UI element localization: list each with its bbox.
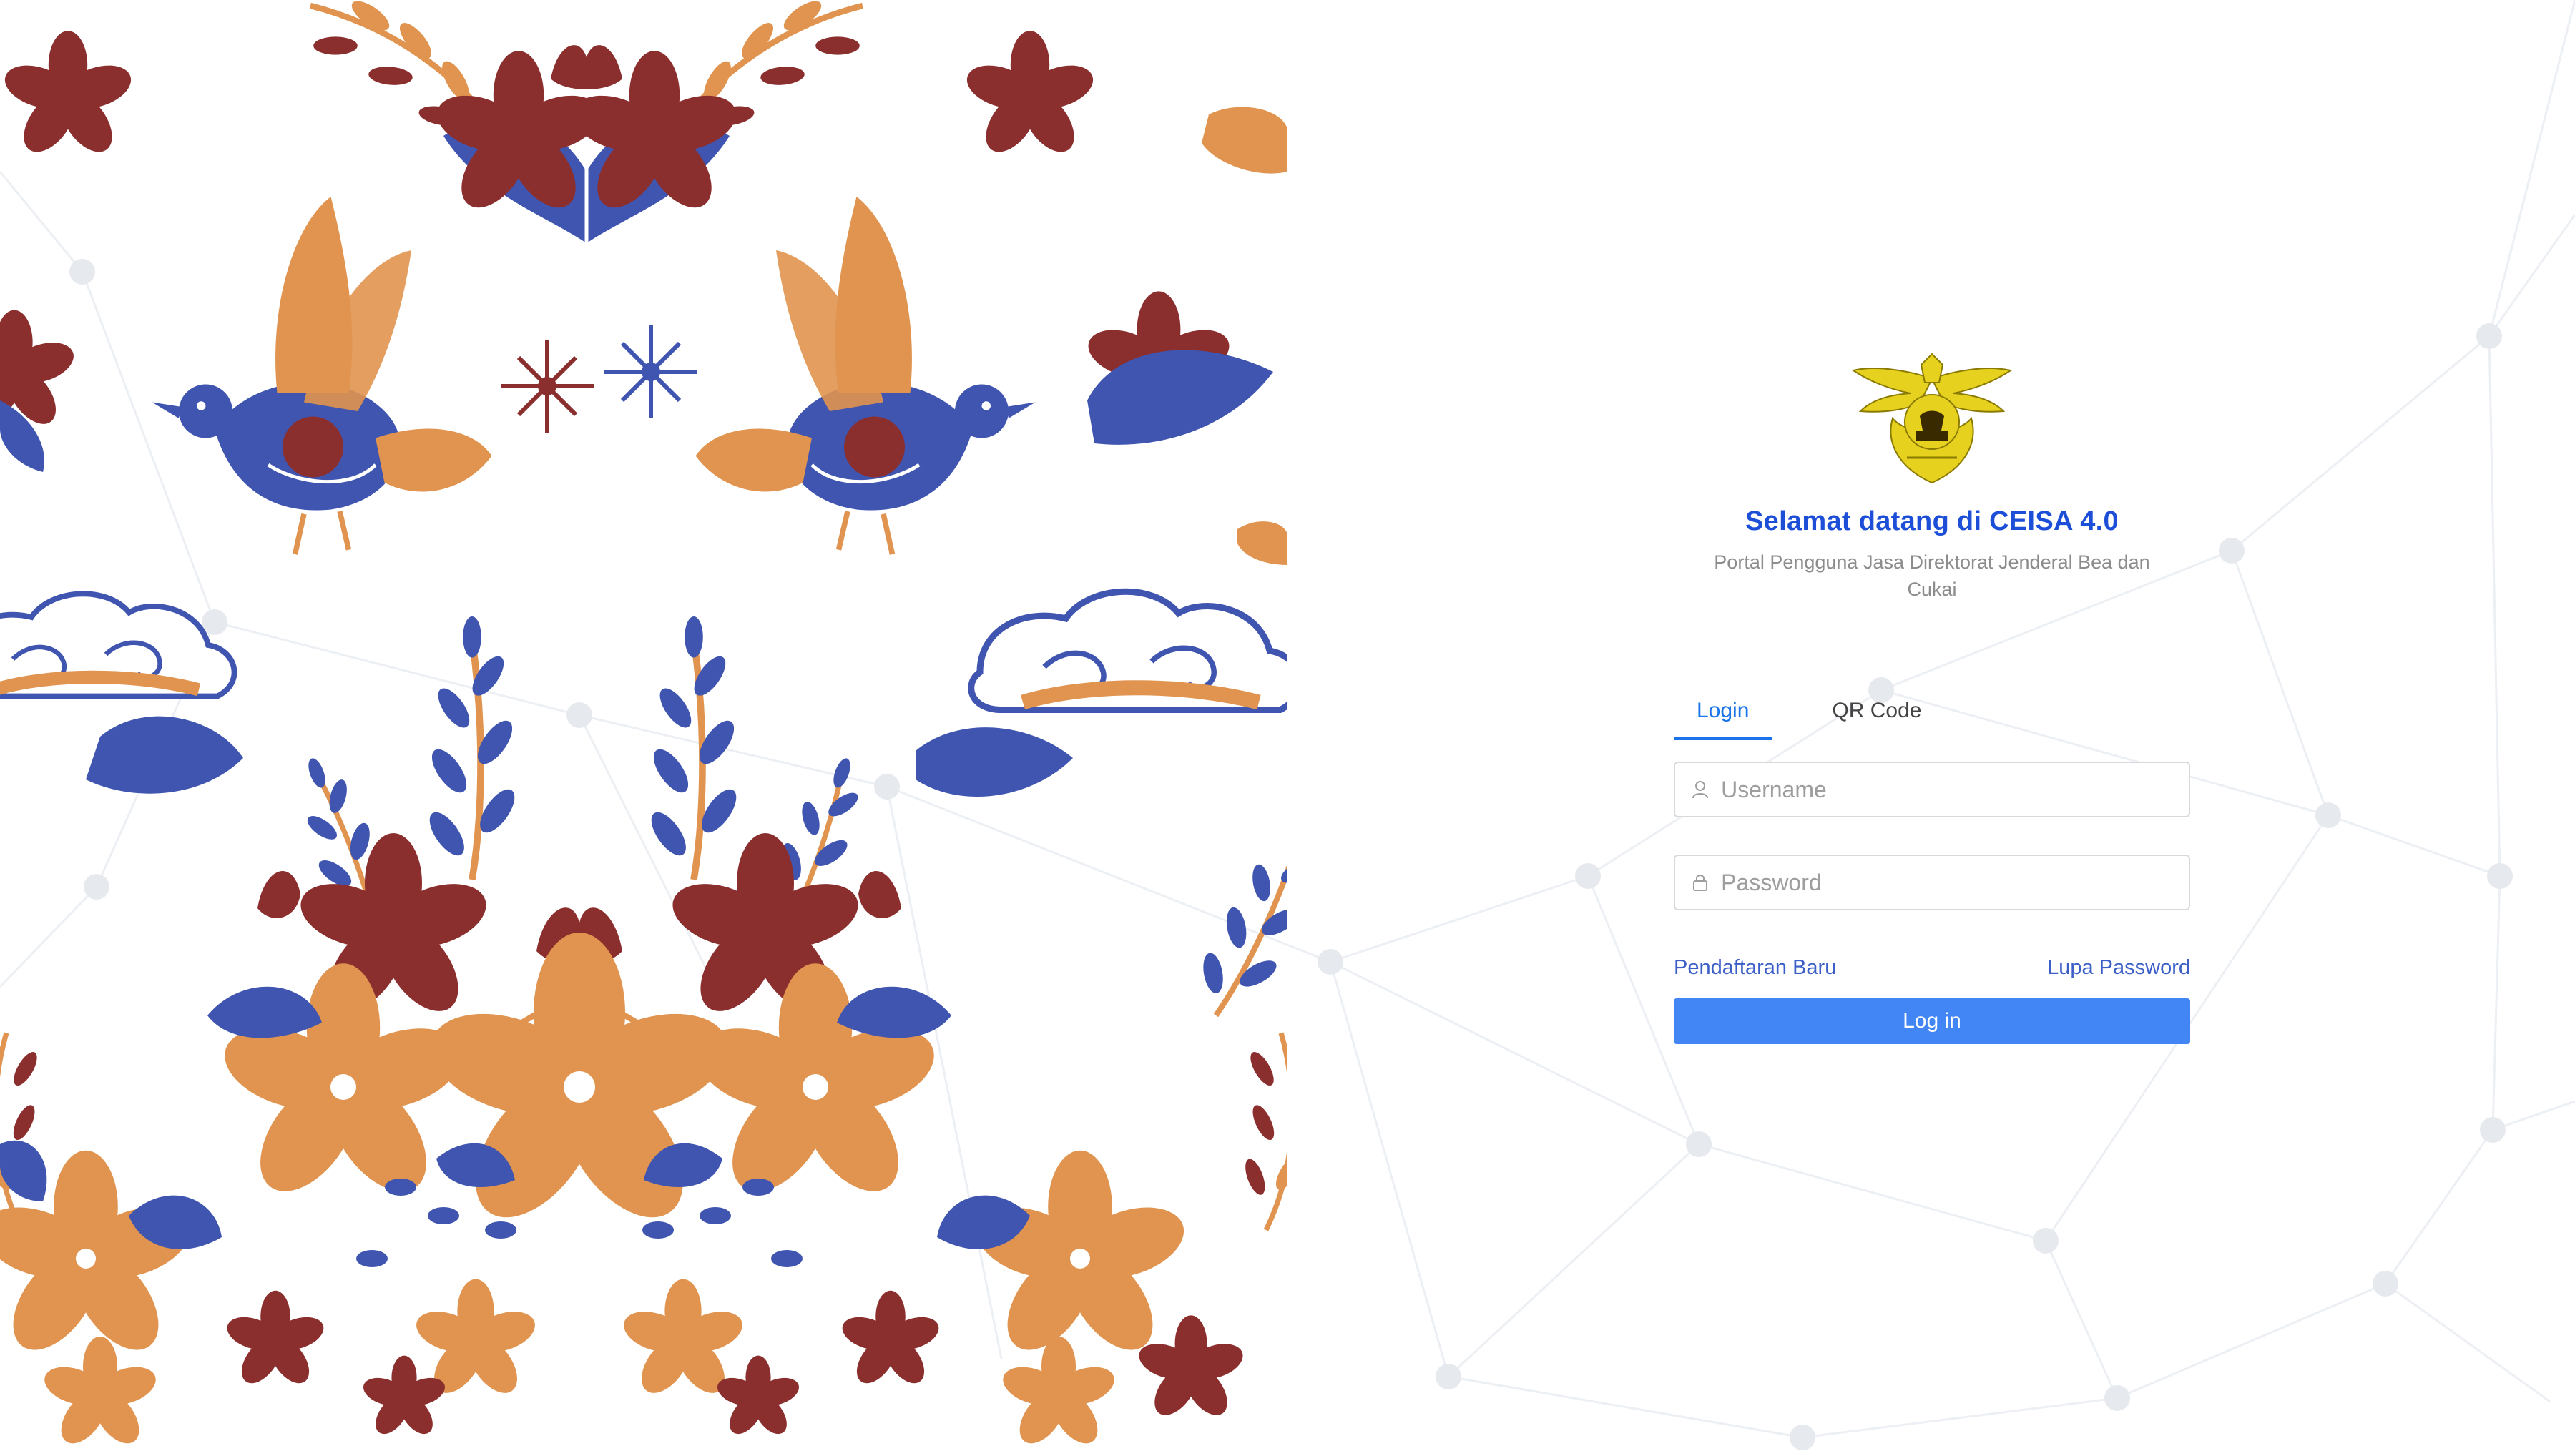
username-input[interactable] (1720, 775, 2173, 804)
username-field[interactable] (1674, 762, 2190, 817)
register-link[interactable]: Pendaftaran Baru (1674, 956, 1836, 980)
lock-icon (1691, 872, 1710, 892)
auth-links: Pendaftaran Baru Lupa Password (1674, 956, 2190, 980)
login-page: Selamat datang di CEISA 4.0 Portal Pengg… (0, 0, 2575, 1456)
user-icon (1691, 779, 1710, 800)
tab-login[interactable]: Login (1674, 699, 1772, 740)
welcome-subtitle: Portal Pengguna Jasa Direktorat Jenderal… (1714, 551, 2150, 600)
login-button[interactable]: Log in (1674, 998, 2190, 1044)
forgot-password-link[interactable]: Lupa Password (2047, 956, 2190, 980)
login-panel: Selamat datang di CEISA 4.0 Portal Pengg… (1674, 350, 2190, 1044)
batik-illustration (0, 0, 1288, 1456)
customs-logo (1674, 350, 2190, 493)
welcome-title: Selamat datang di CEISA 4.0 (1745, 506, 2119, 536)
login-tabs: Login QR Code (1674, 680, 2190, 740)
password-field[interactable] (1674, 855, 2190, 910)
tab-qr-code[interactable]: QR Code (1809, 699, 1944, 740)
password-input[interactable] (1720, 868, 2173, 897)
